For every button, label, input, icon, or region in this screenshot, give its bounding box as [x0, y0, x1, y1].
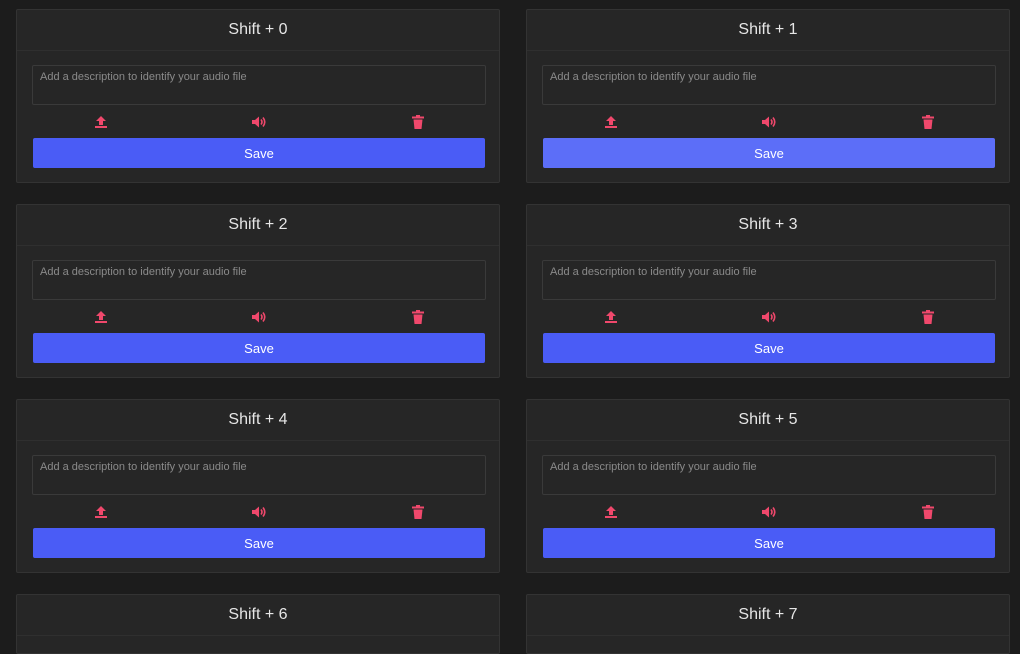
description-input[interactable] [32, 455, 486, 495]
card-title: Shift + 7 [527, 595, 1009, 636]
shortcut-card-shift-6: Shift + 6 [16, 594, 500, 654]
description-input[interactable] [542, 455, 996, 495]
shortcut-card-shift-3: Shift + 3 Save [526, 204, 1010, 378]
save-button[interactable]: Save [543, 333, 995, 363]
card-title: Shift + 0 [17, 10, 499, 51]
trash-icon[interactable] [406, 306, 430, 328]
trash-icon[interactable] [916, 111, 940, 133]
upload-icon[interactable] [599, 501, 623, 523]
shortcut-card-shift-2: Shift + 2 Save [16, 204, 500, 378]
description-input[interactable] [542, 260, 996, 300]
shortcut-card-shift-4: Shift + 4 Save [16, 399, 500, 573]
shortcut-card-shift-0: Shift + 0 Save [16, 9, 500, 183]
save-button[interactable]: Save [543, 528, 995, 558]
trash-icon[interactable] [916, 306, 940, 328]
save-button[interactable]: Save [543, 138, 995, 168]
description-input[interactable] [32, 260, 486, 300]
shortcut-card-shift-1: Shift + 1 Save [526, 9, 1010, 183]
trash-icon[interactable] [406, 501, 430, 523]
upload-icon[interactable] [599, 306, 623, 328]
card-title: Shift + 6 [17, 595, 499, 636]
trash-icon[interactable] [406, 111, 430, 133]
shortcut-card-shift-5: Shift + 5 Save [526, 399, 1010, 573]
card-title: Shift + 2 [17, 205, 499, 246]
save-button[interactable]: Save [33, 333, 485, 363]
speaker-icon[interactable] [247, 306, 271, 328]
upload-icon[interactable] [89, 306, 113, 328]
card-title: Shift + 4 [17, 400, 499, 441]
card-title: Shift + 1 [527, 10, 1009, 51]
card-title: Shift + 5 [527, 400, 1009, 441]
upload-icon[interactable] [599, 111, 623, 133]
shortcut-grid: Shift + 0 Save Shift + 1 Save Shift + 2 [0, 0, 1020, 654]
card-title: Shift + 3 [527, 205, 1009, 246]
shortcut-card-shift-7: Shift + 7 [526, 594, 1010, 654]
trash-icon[interactable] [916, 501, 940, 523]
upload-icon[interactable] [89, 111, 113, 133]
speaker-icon[interactable] [757, 501, 781, 523]
speaker-icon[interactable] [757, 111, 781, 133]
save-button[interactable]: Save [33, 528, 485, 558]
description-input[interactable] [542, 65, 996, 105]
upload-icon[interactable] [89, 501, 113, 523]
description-input[interactable] [32, 65, 486, 105]
speaker-icon[interactable] [757, 306, 781, 328]
save-button[interactable]: Save [33, 138, 485, 168]
speaker-icon[interactable] [247, 111, 271, 133]
speaker-icon[interactable] [247, 501, 271, 523]
